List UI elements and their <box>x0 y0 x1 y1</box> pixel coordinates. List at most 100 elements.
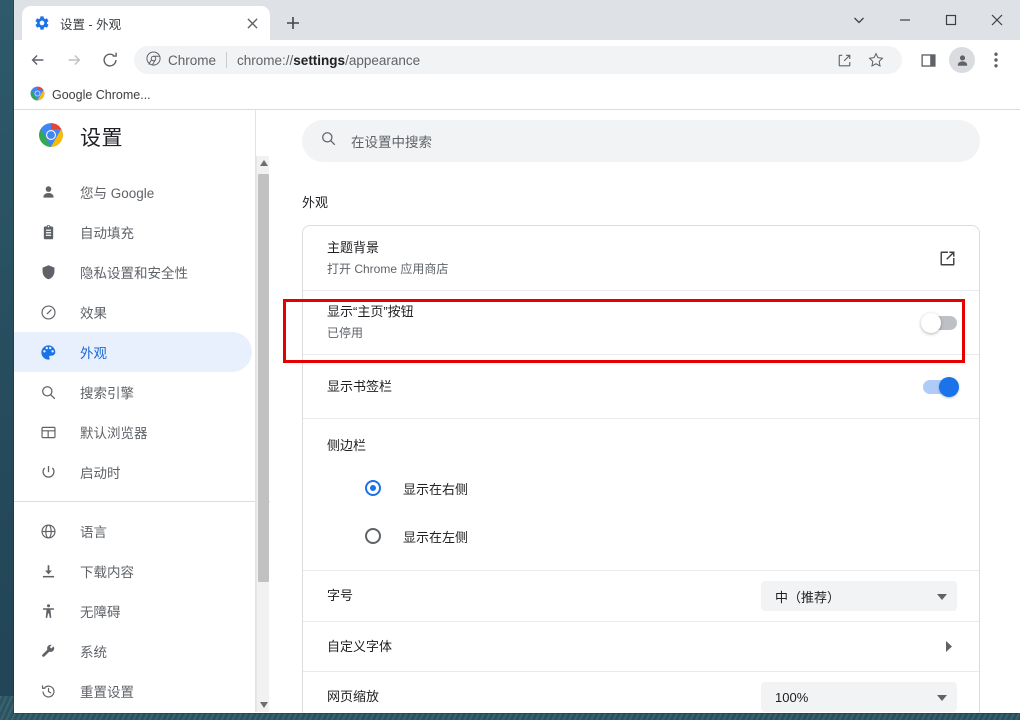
row-title: 自定义字体 <box>327 637 946 657</box>
sidebar-item-label: 重置设置 <box>80 681 134 701</box>
search-area: 在设置中搜索 <box>302 110 980 162</box>
close-button[interactable] <box>974 4 1020 36</box>
side-panel-radio-group: 显示在右侧 显示在左侧 <box>303 460 979 570</box>
row-page-zoom[interactable]: 网页缩放 100% <box>303 671 979 713</box>
browser-toolbar: Chrome chrome://settings/appearance <box>14 40 1020 80</box>
url-bold-part: settings <box>293 53 345 68</box>
scroll-down-arrow-icon[interactable] <box>257 698 270 712</box>
sidebar-item-appearance[interactable]: 外观 <box>14 332 252 372</box>
person-icon <box>38 182 58 202</box>
wrench-icon <box>38 641 58 661</box>
sidebar-item-reset-settings[interactable]: 重置设置 <box>14 671 252 711</box>
sidebar-item-downloads[interactable]: 下载内容 <box>14 551 252 591</box>
radio-label: 显示在右侧 <box>403 479 468 498</box>
row-font-size[interactable]: 字号 中（推荐） <box>303 570 979 621</box>
row-show-bookmarks-bar[interactable]: 显示书签栏 <box>303 354 979 418</box>
home-button-toggle[interactable] <box>923 316 957 330</box>
maximize-button[interactable] <box>928 4 974 36</box>
scrollbar-thumb[interactable] <box>258 174 269 582</box>
chrome-browser-window: 设置 - 外观 <box>14 0 1020 713</box>
speedometer-icon <box>38 302 58 322</box>
close-icon[interactable] <box>242 13 262 33</box>
page-zoom-value: 100% <box>775 690 808 705</box>
row-title: 显示书签栏 <box>327 377 923 397</box>
scroll-up-arrow-icon[interactable] <box>257 156 270 170</box>
font-size-select[interactable]: 中（推荐） <box>761 581 957 611</box>
chrome-logo-icon <box>146 51 161 69</box>
download-icon <box>38 561 58 581</box>
sidebar-item-default-browser[interactable]: 默认浏览器 <box>14 412 252 452</box>
forward-button[interactable] <box>59 45 89 75</box>
radio-button[interactable] <box>365 528 381 544</box>
sidebar-item-languages[interactable]: 语言 <box>14 511 252 551</box>
font-size-value: 中（推荐） <box>775 587 840 606</box>
address-bar[interactable]: Chrome chrome://settings/appearance <box>134 46 902 74</box>
row-subtitle: 已停用 <box>327 324 923 343</box>
sidebar-item-label: 外观 <box>80 342 107 362</box>
radio-option-left[interactable]: 显示在左侧 <box>303 512 979 560</box>
row-title: 显示“主页”按钮 <box>327 302 923 322</box>
row-title: 字号 <box>327 586 761 606</box>
row-side-panel-group: 侧边栏 显示在右侧 显示在左侧 <box>303 418 979 570</box>
sidebar-item-label: 语言 <box>80 521 107 541</box>
sidebar-item-label: 效果 <box>80 302 107 322</box>
url-suffix: /appearance <box>345 53 420 68</box>
bookmark-item[interactable]: Google Chrome... <box>22 83 159 107</box>
window-controls <box>836 0 1020 40</box>
external-link-icon[interactable] <box>938 249 957 268</box>
row-custom-fonts[interactable]: 自定义字体 <box>303 621 979 671</box>
globe-icon <box>38 521 58 541</box>
tab-title: 设置 - 外观 <box>60 14 242 33</box>
sidebar-item-label: 您与 Google <box>80 182 154 202</box>
toggle-knob <box>939 377 959 397</box>
chrome-logo-icon <box>30 86 45 104</box>
three-dot-menu-icon[interactable] <box>981 45 1011 75</box>
sidebar-item-label: 搜索引擎 <box>80 382 134 402</box>
page-title: 设置 <box>80 122 123 152</box>
row-title: 网页缩放 <box>327 687 761 707</box>
bookmarks-bar-toggle[interactable] <box>923 380 957 394</box>
shield-icon <box>38 262 58 282</box>
tab-search-chevron-down-icon[interactable] <box>836 4 882 36</box>
sidebar-item-on-startup[interactable]: 启动时 <box>14 452 252 492</box>
radio-label: 显示在左侧 <box>403 527 468 546</box>
appearance-settings-card: 主题背景 打开 Chrome 应用商店 显示“主页”按钮 已停用 <box>302 225 980 713</box>
chevron-right-icon[interactable] <box>946 641 957 652</box>
new-tab-button[interactable] <box>279 9 307 37</box>
row-theme[interactable]: 主题背景 打开 Chrome 应用商店 <box>303 226 979 290</box>
search-input[interactable]: 在设置中搜索 <box>302 120 980 162</box>
sidebar-item-autofill[interactable]: 自动填充 <box>14 212 252 252</box>
minimize-button[interactable] <box>882 4 928 36</box>
bookmark-label: Google Chrome... <box>52 88 151 102</box>
search-icon <box>320 130 337 152</box>
profile-avatar[interactable] <box>949 47 975 73</box>
radio-button[interactable] <box>365 480 381 496</box>
reload-button[interactable] <box>95 45 125 75</box>
share-icon[interactable] <box>831 47 857 73</box>
radio-option-right[interactable]: 显示在右侧 <box>303 464 979 512</box>
settings-page: 设置 您与 Google 自动填充 <box>14 110 1020 712</box>
settings-header: 设置 <box>14 110 270 164</box>
page-zoom-select[interactable]: 100% <box>761 682 957 712</box>
settings-sidebar: 设置 您与 Google 自动填充 <box>14 110 270 712</box>
sidebar-item-label: 下载内容 <box>80 561 134 581</box>
tab-strip: 设置 - 外观 <box>14 0 1020 40</box>
palette-icon <box>38 342 58 362</box>
sidebar-item-performance[interactable]: 效果 <box>14 292 252 332</box>
side-panel-icon[interactable] <box>913 45 943 75</box>
chevron-down-icon <box>937 589 947 604</box>
row-show-home-button[interactable]: 显示“主页”按钮 已停用 <box>303 290 979 354</box>
sidebar-scrollbar[interactable] <box>256 156 269 712</box>
sidebar-item-accessibility[interactable]: 无障碍 <box>14 591 252 631</box>
bookmark-star-icon[interactable] <box>863 47 889 73</box>
back-button[interactable] <box>23 45 53 75</box>
sidebar-item-system[interactable]: 系统 <box>14 631 252 671</box>
sidebar-item-privacy-security[interactable]: 隐私设置和安全性 <box>14 252 252 292</box>
accessibility-icon <box>38 601 58 621</box>
browser-tab[interactable]: 设置 - 外观 <box>22 6 270 40</box>
browser-window-icon <box>38 422 58 442</box>
sidebar-item-search-engine[interactable]: 搜索引擎 <box>14 372 252 412</box>
chevron-down-icon <box>937 690 947 705</box>
section-heading: 外观 <box>302 192 980 211</box>
sidebar-item-you-and-google[interactable]: 您与 Google <box>14 172 252 212</box>
